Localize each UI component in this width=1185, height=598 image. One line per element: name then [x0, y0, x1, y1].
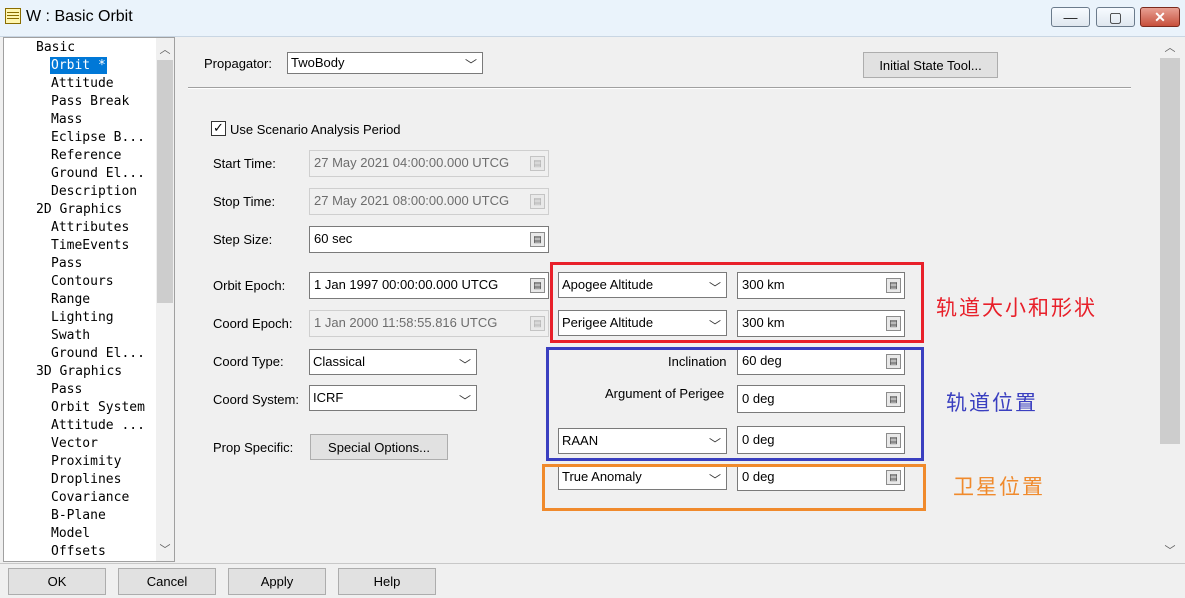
minimize-button[interactable]: —	[1051, 7, 1090, 27]
separator	[188, 87, 1131, 88]
orbit-epoch-value: 1 Jan 1997 00:00:00.000 UTCG	[314, 277, 499, 292]
tree-item[interactable]: Eclipse B...	[50, 129, 146, 146]
tree-item[interactable]: Reference	[50, 147, 122, 164]
orbit-epoch-field[interactable]: 1 Jan 1997 00:00:00.000 UTCG ▤	[309, 272, 549, 299]
tree-item[interactable]: Swath	[50, 327, 91, 344]
propagator-select[interactable]: TwoBody ﹀	[287, 52, 483, 74]
initial-state-tool-button[interactable]: Initial State Tool...	[863, 52, 998, 78]
tree-item[interactable]: Pass Break	[50, 93, 130, 110]
coord-type-value: Classical	[313, 354, 366, 369]
apply-button[interactable]: Apply	[228, 568, 326, 595]
help-button[interactable]: Help	[338, 568, 436, 595]
orbit-size-shape-box	[550, 262, 924, 343]
tree-item[interactable]: 3D Graphics	[35, 363, 123, 380]
unit-picker-icon[interactable]: ▤	[530, 278, 545, 293]
unit-picker-icon[interactable]: ▤	[530, 232, 545, 247]
chevron-down-icon: ﹀	[464, 58, 477, 72]
orbit-orientation-annotation: 轨道位置	[946, 391, 1038, 415]
coord-type-label: Coord Type:	[213, 354, 284, 369]
window-icon	[5, 8, 21, 24]
chevron-down-icon: ﹀	[458, 394, 471, 408]
satellite-position-annotation: 卫星位置	[953, 475, 1045, 499]
unit-picker-icon: ▤	[530, 156, 545, 171]
stop-time-label: Stop Time:	[213, 194, 276, 209]
use-scenario-checkbox[interactable]: ✓	[211, 121, 226, 136]
cancel-button[interactable]: Cancel	[118, 568, 216, 595]
tree-item[interactable]: Basic	[35, 39, 76, 56]
coord-type-select[interactable]: Classical ﹀	[309, 349, 477, 375]
title-bar: W : Basic Orbit — ▢ ✕	[0, 0, 1185, 37]
window-title: W : Basic Orbit	[26, 8, 133, 25]
tree-item[interactable]: Orbit System	[50, 399, 146, 416]
orbit-orientation-box	[546, 347, 924, 461]
coord-epoch-value: 1 Jan 2000 11:58:55.816 UTCG	[314, 315, 498, 330]
tree-item-selected[interactable]: Orbit *	[50, 57, 107, 74]
special-options-button[interactable]: Special Options...	[310, 434, 448, 460]
coord-epoch-field: 1 Jan 2000 11:58:55.816 UTCG ▤	[309, 310, 549, 337]
tree-scroll-thumb[interactable]	[157, 60, 173, 303]
coord-system-label: Coord System:	[213, 392, 299, 407]
close-button[interactable]: ✕	[1140, 7, 1180, 27]
step-size-field[interactable]: 60 sec ▤	[309, 226, 549, 253]
stop-time-field: 27 May 2021 08:00:00.000 UTCG ▤	[309, 188, 549, 215]
main-scroll-up-icon[interactable]: ︿	[1162, 39, 1178, 55]
step-size-label: Step Size:	[213, 232, 273, 247]
tree-item[interactable]: Ground El...	[50, 345, 146, 362]
tree-item[interactable]: Pass	[50, 255, 83, 272]
ok-button[interactable]: OK	[8, 568, 106, 595]
tree-item[interactable]: Vector	[50, 435, 99, 452]
tree-item[interactable]: Attitude ...	[50, 417, 146, 434]
tree-item[interactable]: TimeEvents	[50, 237, 130, 254]
tree-item[interactable]: Range	[50, 291, 91, 308]
properties-tree[interactable]: Basic Orbit * Attitude Pass Break Mass Eclips…	[3, 37, 175, 562]
start-time-label: Start Time:	[213, 156, 276, 171]
propagator-value: TwoBody	[291, 55, 345, 70]
tree-item[interactable]: Contours	[50, 273, 115, 290]
tree-item[interactable]: 2D Graphics	[35, 201, 123, 218]
tree-item[interactable]: Droplines	[50, 471, 122, 488]
tree-item[interactable]: B-Plane	[50, 507, 107, 524]
scroll-down-icon[interactable]: ﹀	[157, 541, 173, 557]
stop-time-value: 27 May 2021 08:00:00.000 UTCG	[314, 193, 510, 208]
maximize-button[interactable]: ▢	[1096, 7, 1135, 27]
use-scenario-label: Use Scenario Analysis Period	[230, 122, 401, 137]
coord-epoch-label: Coord Epoch:	[213, 316, 293, 331]
tree-item[interactable]: Lighting	[50, 309, 115, 326]
tree-item[interactable]: Description	[50, 183, 138, 200]
tree-item[interactable]: Mass	[50, 111, 83, 128]
tree-item[interactable]: Proximity	[50, 453, 122, 470]
tree-item[interactable]: Pass	[50, 381, 83, 398]
orbit-size-shape-annotation: 轨道大小和形状	[936, 296, 1097, 320]
unit-picker-icon: ▤	[530, 316, 545, 331]
step-size-value: 60 sec	[314, 231, 353, 246]
coord-system-value: ICRF	[313, 390, 344, 405]
start-time-value: 27 May 2021 04:00:00.000 UTCG	[314, 155, 510, 170]
tree-item[interactable]: Attributes	[50, 219, 130, 236]
tree-item[interactable]: Covariance	[50, 489, 130, 506]
chevron-down-icon: ﹀	[458, 358, 471, 372]
tree-item[interactable]: Ground El...	[50, 165, 146, 182]
prop-specific-label: Prop Specific:	[213, 440, 294, 455]
tree-item[interactable]: Attitude	[50, 75, 115, 92]
propagator-label: Propagator:	[204, 56, 272, 71]
satellite-position-box	[542, 464, 926, 511]
start-time-field: 27 May 2021 04:00:00.000 UTCG ▤	[309, 150, 549, 177]
scroll-up-icon[interactable]: ︿	[157, 41, 173, 57]
tree-item[interactable]: Offsets	[50, 543, 107, 560]
main-scroll-thumb[interactable]	[1160, 58, 1180, 444]
bottom-divider	[0, 563, 1185, 564]
unit-picker-icon: ▤	[530, 194, 545, 209]
coord-system-select[interactable]: ICRF ﹀	[309, 385, 477, 411]
main-scroll-down-icon[interactable]: ﹀	[1162, 542, 1178, 558]
orbit-epoch-label: Orbit Epoch:	[213, 278, 286, 293]
tree-item[interactable]: Model	[50, 525, 91, 542]
